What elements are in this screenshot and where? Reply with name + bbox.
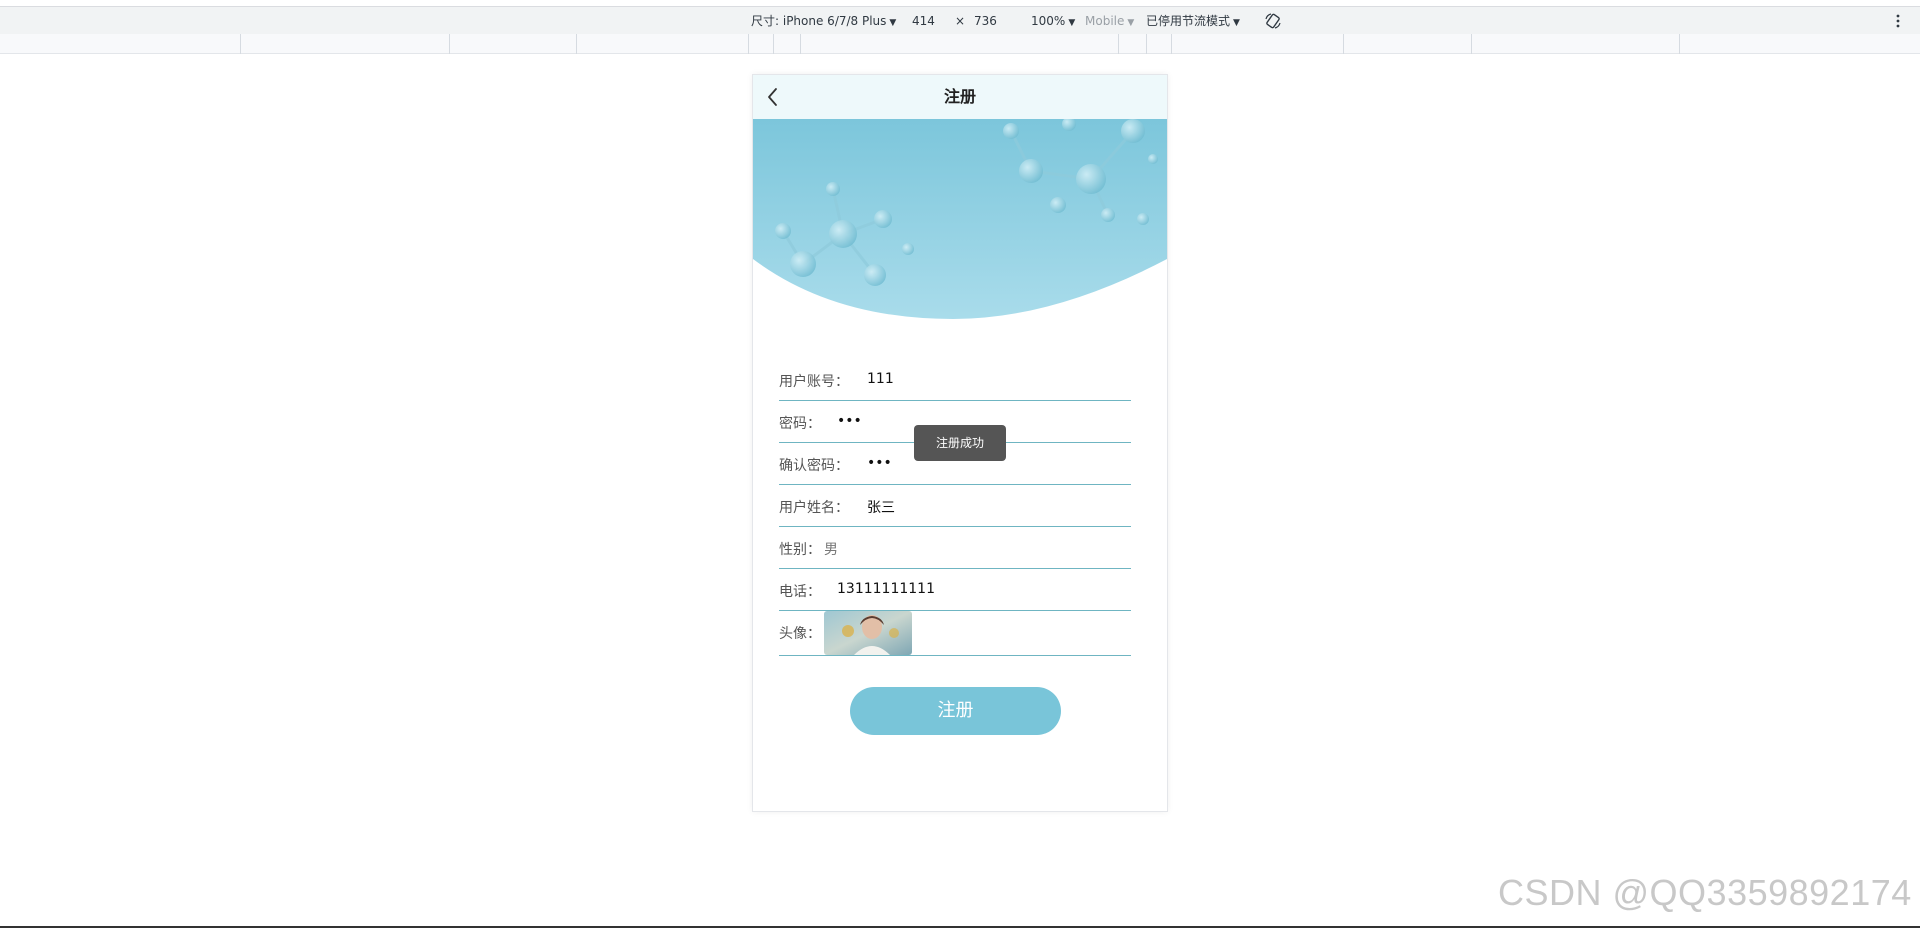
device-select-label: 尺寸: iPhone 6/7/8 Plus	[751, 14, 887, 28]
nav-bar: 注册	[753, 75, 1167, 119]
ruler-tick	[1679, 34, 1680, 54]
ruler-tick	[449, 34, 450, 54]
height-input[interactable]: 736	[974, 14, 997, 28]
phone-field[interactable]: 电话： 13111111111	[779, 569, 1131, 611]
throttle-label: 已停用节流模式	[1146, 14, 1231, 28]
ruler-tick	[773, 34, 774, 54]
name-label: 用户姓名：	[779, 500, 849, 516]
times-separator: ×	[955, 14, 966, 28]
ruler-tick	[800, 34, 801, 54]
kebab-icon[interactable]	[1895, 13, 1901, 29]
throttle-select[interactable]: 已停用节流模式 ▼	[1146, 14, 1240, 30]
register-form: 用户账号： 111 密码： ••• 确认密码： ••• 用户姓名： 张三 性别：…	[779, 359, 1131, 656]
watermark: CSDN @QQ3359892174	[1498, 872, 1912, 913]
account-field[interactable]: 用户账号： 111	[779, 359, 1131, 401]
gender-field[interactable]: 性别： 男	[779, 527, 1131, 569]
gender-select[interactable]: 男	[824, 539, 838, 559]
phone-label: 电话：	[779, 584, 821, 600]
width-input[interactable]: 414	[912, 14, 935, 28]
device-type-label: Mobile	[1085, 14, 1125, 28]
ruler-tick	[576, 34, 577, 54]
phone-input[interactable]: 13111111111	[837, 581, 935, 597]
ruler-tick	[1343, 34, 1344, 54]
chevron-left-icon[interactable]	[765, 85, 781, 109]
name-input[interactable]: 张三	[867, 497, 895, 517]
name-field[interactable]: 用户姓名： 张三	[779, 485, 1131, 527]
account-label: 用户账号：	[779, 374, 849, 390]
ruler-tick	[1471, 34, 1472, 54]
password-label: 密码：	[779, 416, 821, 432]
ruler-tick	[240, 34, 241, 54]
confirm-password-label: 确认密码：	[779, 458, 849, 474]
rotate-icon[interactable]	[1264, 12, 1282, 30]
account-input[interactable]: 111	[867, 371, 894, 387]
password-input[interactable]: •••	[837, 413, 862, 429]
zoom-select[interactable]: 100% ▼	[1031, 14, 1075, 30]
ruler-tick	[1146, 34, 1147, 54]
avatar-label: 头像：	[779, 626, 821, 642]
molecule-banner	[753, 119, 1167, 319]
device-select[interactable]: 尺寸: iPhone 6/7/8 Plus ▼	[751, 14, 896, 30]
avatar-image[interactable]	[824, 611, 912, 655]
register-button[interactable]: 注册	[850, 687, 1061, 735]
avatar-field[interactable]: 头像：	[779, 611, 1131, 656]
zoom-label: 100%	[1031, 14, 1066, 28]
device-type-select[interactable]: Mobile ▼	[1085, 14, 1134, 30]
success-toast: 注册成功	[914, 425, 1006, 461]
ruler-tick	[1118, 34, 1119, 54]
media-query-ruler	[0, 34, 1920, 54]
page-title: 注册	[943, 87, 976, 106]
device-type-caret-icon: ▼	[1127, 18, 1135, 28]
device-toolbar: 尺寸: iPhone 6/7/8 Plus ▼ 414 × 736 100% ▼ M…	[0, 6, 1920, 34]
zoom-caret-icon: ▼	[1068, 18, 1076, 28]
device-caret-icon: ▼	[889, 18, 897, 28]
confirm-password-input[interactable]: •••	[867, 455, 892, 471]
ruler-tick	[1171, 34, 1172, 54]
throttle-caret-icon: ▼	[1233, 18, 1240, 28]
ruler-tick	[748, 34, 749, 54]
gender-label: 性别：	[779, 542, 821, 558]
